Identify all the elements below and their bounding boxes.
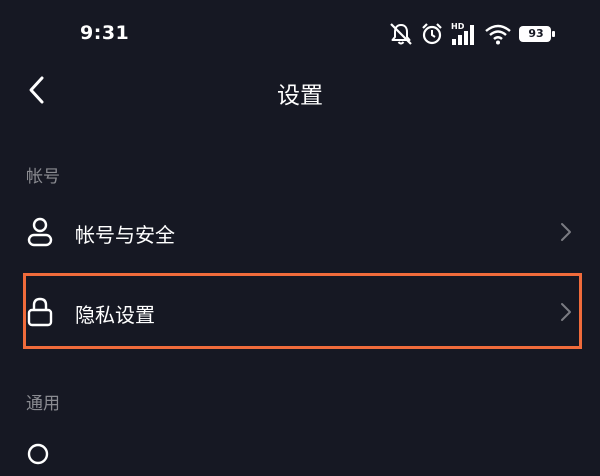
lock-icon [24, 296, 56, 328]
wifi-icon [484, 23, 512, 45]
battery-level: 93 [528, 27, 544, 40]
search-icon [24, 440, 56, 472]
settings-item-account-security[interactable]: 帐号与安全 [0, 196, 600, 268]
section-header-general: 通用 [26, 394, 60, 414]
alarm-icon [420, 22, 444, 46]
status-icons: HD 93 [388, 20, 555, 48]
chevron-right-icon [556, 300, 576, 324]
settings-item-label: 隐私设置 [75, 303, 155, 327]
mute-icon [388, 22, 414, 46]
status-time: 9:31 [80, 22, 130, 44]
settings-item-label: 帐号与安全 [75, 223, 175, 247]
settings-item-privacy[interactable]: 隐私设置 [0, 276, 600, 348]
signal-icon: HD [450, 21, 476, 47]
battery-icon: 93 [518, 25, 555, 43]
page-title: 设置 [277, 83, 323, 109]
nav-bar: 设置 [0, 60, 600, 122]
hd-label: HD [451, 22, 465, 31]
status-bar: 9:31 HD 93 [0, 0, 600, 68]
user-icon [24, 216, 56, 248]
section-header-account: 帐号 [26, 167, 60, 187]
chevron-right-icon [556, 220, 576, 244]
